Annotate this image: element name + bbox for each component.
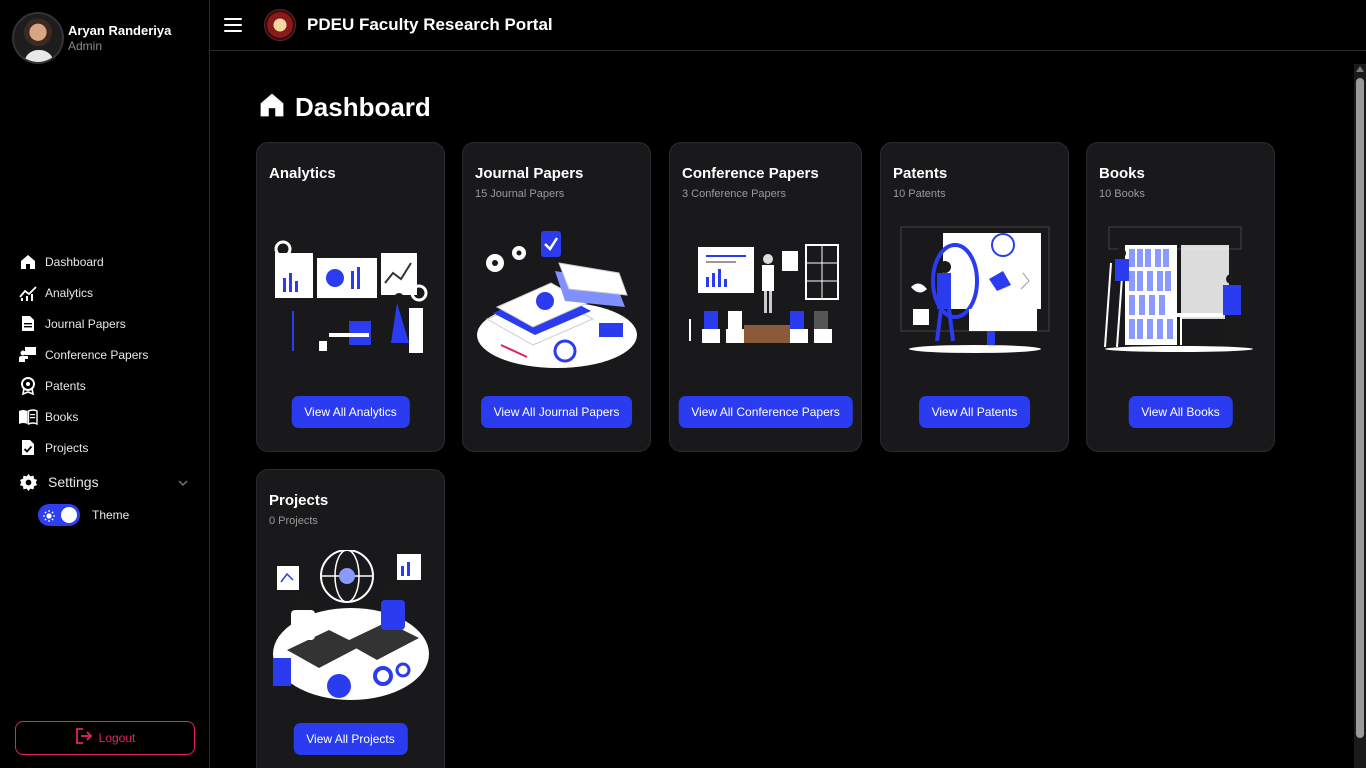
chevron-down-icon (178, 473, 188, 491)
sidebar-item-label: Dashboard (45, 254, 104, 269)
theme-row: Theme (38, 504, 129, 526)
settings-label: Settings (48, 474, 99, 490)
card-books: Books 10 Books View All Books (1086, 142, 1275, 452)
card-subtitle: 3 Conference Papers (682, 188, 786, 200)
sidebar-item-journal-papers[interactable]: Journal Papers (18, 308, 198, 339)
document-icon (18, 314, 38, 334)
patents-illustration (893, 223, 1056, 373)
card-analytics: Analytics View All Analytics (256, 142, 445, 452)
sidebar-item-label: Analytics (45, 285, 94, 300)
view-all-analytics-button[interactable]: View All Analytics (291, 396, 410, 428)
theme-toggle[interactable] (38, 504, 80, 526)
user-profile: Aryan Randeriya Admin (12, 12, 171, 64)
card-title: Analytics (269, 165, 336, 182)
view-all-projects-button[interactable]: View All Projects (293, 723, 408, 755)
award-icon (18, 376, 38, 396)
card-projects: Projects 0 Projects View All Projects (256, 469, 445, 768)
sun-icon (43, 509, 55, 522)
card-subtitle: 10 Books (1099, 188, 1145, 200)
sidebar-item-label: Projects (45, 440, 89, 455)
conference-illustration (682, 223, 849, 373)
user-role: Admin (68, 39, 103, 53)
sidebar-item-analytics[interactable]: Analytics (18, 277, 198, 308)
chalkboard-icon (18, 345, 38, 365)
page-header: Dashboard (259, 92, 431, 123)
avatar (12, 12, 64, 64)
projects-illustration (269, 549, 432, 700)
file-check-icon (18, 438, 38, 458)
card-subtitle: 10 Patents (893, 188, 946, 200)
books-illustration (1099, 223, 1262, 373)
card-patents: Patents 10 Patents View All Patents (880, 142, 1069, 452)
sidebar-nav: Dashboard Analytics Journal Papers Confe… (18, 246, 198, 499)
sidebar-item-dashboard[interactable]: Dashboard (18, 246, 198, 277)
card-journal-papers: Journal Papers 15 Journal Papers View Al… (462, 142, 651, 452)
sidebar-item-label: Conference Papers (45, 347, 149, 362)
sidebar-item-projects[interactable]: Projects (18, 432, 198, 463)
logout-label: Logout (98, 731, 136, 745)
sidebar-item-patents[interactable]: Patents (18, 370, 198, 401)
sidebar-item-label: Journal Papers (45, 316, 126, 331)
view-all-books-button[interactable]: View All Books (1128, 396, 1233, 428)
home-icon (18, 252, 38, 272)
logout-button[interactable]: Logout (15, 721, 195, 755)
card-subtitle: 15 Journal Papers (475, 188, 565, 200)
card-title: Patents (893, 165, 948, 182)
view-all-conference-papers-button[interactable]: View All Conference Papers (678, 396, 853, 428)
card-title: Projects (269, 492, 329, 509)
sidebar-item-label: Patents (45, 378, 86, 393)
sidebar-item-books[interactable]: Books (18, 401, 198, 432)
journal-illustration (475, 223, 638, 373)
analytics-illustration (269, 223, 432, 373)
sidebar-item-conference-papers[interactable]: Conference Papers (18, 339, 198, 370)
chart-line-icon (18, 283, 38, 303)
card-conference-papers: Conference Papers 3 Conference Papers Vi… (669, 142, 862, 452)
app-title: PDEU Faculty Research Portal (307, 15, 553, 34)
user-name: Aryan Randeriya (68, 23, 172, 38)
page-scrollbar[interactable] (1354, 64, 1366, 768)
university-logo (264, 9, 296, 41)
sidebar-item-settings[interactable]: Settings (18, 465, 198, 499)
scrollbar-thumb[interactable] (1356, 78, 1364, 738)
sidebar-item-label: Books (45, 409, 79, 424)
top-bar: PDEU Faculty Research Portal (210, 0, 1366, 51)
view-all-journal-papers-button[interactable]: View All Journal Papers (480, 396, 633, 428)
view-all-patents-button[interactable]: View All Patents (918, 396, 1031, 428)
logout-icon (75, 727, 93, 749)
scroll-up-arrow[interactable] (1356, 66, 1364, 72)
sidebar: Aryan Randeriya Admin Dashboard Analytic… (0, 0, 210, 768)
book-icon (18, 407, 38, 427)
home-icon (259, 92, 285, 123)
toggle-knob (61, 507, 77, 523)
card-title: Conference Papers (682, 165, 819, 182)
menu-toggle-icon[interactable] (224, 18, 242, 32)
card-title: Journal Papers (475, 165, 584, 182)
card-title: Books (1099, 165, 1145, 182)
card-subtitle: 0 Projects (269, 515, 318, 527)
gear-icon (18, 472, 38, 492)
theme-label: Theme (92, 508, 130, 522)
page-title: Dashboard (295, 92, 431, 122)
